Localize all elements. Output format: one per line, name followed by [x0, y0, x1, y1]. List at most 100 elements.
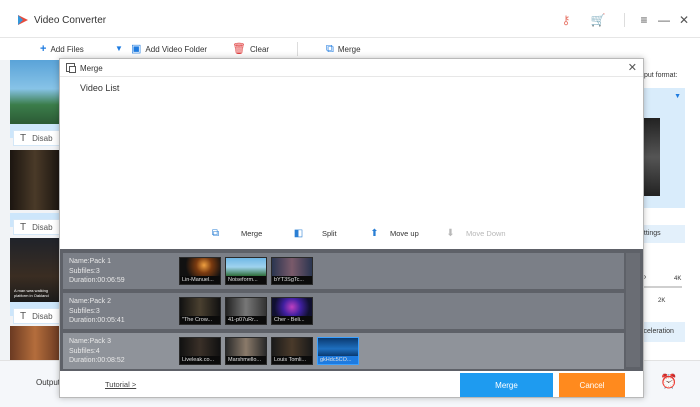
tutorial-link[interactable]: Tutorial >: [105, 380, 136, 389]
pack-list-scrollbar[interactable]: [626, 253, 640, 367]
menu-icon[interactable]: ≡: [636, 12, 652, 28]
pack-row[interactable]: Name:Pack 2 Subfiles:3 Duration:00:05:41…: [63, 293, 624, 329]
text-icon: T: [20, 310, 27, 322]
move-down-button[interactable]: ⬇ Move Down: [445, 226, 505, 240]
merge-icon: ⧉: [326, 43, 334, 55]
output-panel-background: tput format: ▼ ettings P 4K 2K ccelerati…: [640, 60, 700, 360]
merge-toolbar-button[interactable]: ⧉ Merge: [326, 42, 361, 56]
video-thumbnail[interactable]: [10, 326, 60, 360]
pack-file-thumbnail[interactable]: Liveleak.co...: [179, 337, 221, 365]
add-video-folder-button[interactable]: ▣ Add Video Folder: [131, 42, 207, 56]
video-thumbnail[interactable]: [10, 150, 60, 210]
alarm-clock-icon[interactable]: ⏰: [660, 373, 677, 390]
thumbnail-image: [180, 258, 220, 276]
file-name: gkHdc5CO...: [318, 356, 358, 364]
acceleration-label: cceleration: [640, 328, 674, 335]
plus-icon: +: [40, 43, 47, 55]
subtitle-select[interactable]: T Disab: [13, 130, 60, 146]
split-action-button[interactable]: ◧ Split: [293, 226, 337, 240]
thumbnail-image: [272, 258, 312, 276]
toolbar-separator: [297, 42, 298, 56]
thumbnail-image: [180, 298, 220, 316]
add-video-folder-label: Add Video Folder: [145, 44, 208, 54]
pack-file-thumbnail[interactable]: bYT3SgTc...: [271, 257, 313, 285]
pack-file-thumbnail[interactable]: Louis Tomli...: [271, 337, 313, 365]
file-name: Noiseform...: [226, 276, 266, 284]
quality-slider[interactable]: [640, 286, 682, 288]
merge-button[interactable]: Merge: [460, 373, 553, 397]
pack-duration: Duration:00:08:52: [69, 357, 125, 364]
clear-button[interactable]: 🗑 Clear: [232, 42, 269, 56]
add-files-button[interactable]: + Add Files: [40, 42, 84, 56]
pack-file-thumbnail[interactable]: Lin-Manuel...: [179, 257, 221, 285]
pack-file-thumbnail[interactable]: Cher - Beli...: [271, 297, 313, 325]
resolution-4k-label: 4K: [674, 276, 682, 282]
thumbnail-image: [318, 338, 358, 356]
clear-label: Clear: [249, 44, 270, 54]
file-name: Lin-Manuel...: [180, 276, 220, 284]
chevron-down-icon: ▼: [115, 44, 123, 53]
thumbnail-caption: A man was walking platform in Oakland: [14, 288, 49, 298]
output-label: Output: [36, 378, 61, 387]
pack-file-thumbnail[interactable]: "The Crow...: [179, 297, 221, 325]
text-icon: T: [20, 132, 27, 144]
subtitle-label: Disab: [32, 133, 53, 143]
acceleration-button[interactable]: cceleration: [640, 322, 685, 342]
output-format-label: tput format:: [642, 72, 678, 79]
pack-name: Name:Pack 2: [69, 298, 112, 305]
arrow-down-icon: ⬇: [446, 227, 455, 239]
settings-button[interactable]: ettings: [640, 225, 685, 243]
thumbnail-image: [226, 338, 266, 356]
app-logo-icon: [18, 15, 28, 25]
dialog-action-bar: ⧉ Merge ◧ Split ⬆ Move up ⬇ Move Down: [60, 223, 643, 243]
pack-subfiles: Subfiles:3: [69, 267, 100, 275]
pack-file-thumbnail[interactable]: 41-p07uRr...: [225, 297, 267, 325]
dialog-title-bar: Merge ✕: [60, 59, 643, 77]
pack-file-thumbnail[interactable]: Noiseform...: [225, 257, 267, 285]
merge-action-button[interactable]: ⧉ Merge: [210, 226, 262, 240]
video-thumbnail[interactable]: [10, 60, 60, 124]
thumbnail-image: [272, 298, 312, 316]
close-window-icon[interactable]: ✕: [676, 12, 692, 28]
chevron-down-icon: ▼: [674, 93, 681, 100]
file-name: bYT3SgTc...: [272, 276, 312, 284]
thumbnail-image: [272, 338, 312, 356]
trash-icon: 🗑: [232, 43, 246, 55]
subtitle-select[interactable]: T Disab: [13, 219, 60, 235]
pack-file-thumbnail[interactable]: Marshmello...: [225, 337, 267, 365]
close-icon[interactable]: ✕: [628, 61, 637, 74]
arrow-up-icon: ⬆: [370, 227, 379, 239]
file-list-background: T Disab T Disab A man was walking platfo…: [0, 60, 60, 360]
minimize-icon[interactable]: —: [656, 12, 672, 28]
add-files-dropdown[interactable]: ▼: [115, 42, 123, 56]
merge-icon: ⧉: [211, 227, 220, 239]
pack-subfiles: Subfiles:3: [69, 307, 100, 315]
thumbnail-image: [180, 338, 220, 356]
add-files-label: Add Files: [50, 44, 84, 54]
video-thumbnail[interactable]: A man was walking platform in Oakland: [10, 238, 60, 302]
key-icon[interactable]: ⚷: [558, 12, 574, 28]
title-bar: Video Converter ⚷ 🛒 ≡ — ✕: [0, 0, 700, 38]
subtitle-label: Disab: [32, 311, 53, 321]
cancel-button[interactable]: Cancel: [559, 373, 625, 397]
pack-name: Name:Pack 1: [69, 258, 112, 265]
subtitle-label: Disab: [32, 222, 53, 232]
app-title: Video Converter: [34, 15, 107, 26]
title-separator: [624, 13, 625, 27]
pack-row[interactable]: Name:Pack 1 Subfiles:3 Duration:00:06:59…: [63, 253, 624, 289]
subtitle-select[interactable]: T Disab: [13, 308, 60, 324]
move-up-button[interactable]: ⬆ Move up: [369, 226, 418, 240]
dialog-footer: Tutorial > Merge Cancel: [60, 371, 643, 397]
pack-file-thumbnail-selected[interactable]: gkHdc5CO...: [317, 337, 359, 365]
file-name: 41-p07uRr...: [226, 316, 266, 324]
cart-icon[interactable]: 🛒: [590, 12, 606, 28]
text-icon: T: [20, 221, 27, 233]
pack-duration: Duration:00:06:59: [69, 277, 125, 284]
pack-info: Name:Pack 1 Subfiles:3 Duration:00:06:59: [69, 257, 125, 286]
video-list-label: Video List: [80, 83, 120, 93]
pack-row[interactable]: Name:Pack 3 Subfiles:4 Duration:00:08:52…: [63, 333, 624, 369]
format-card[interactable]: ▼: [640, 88, 685, 208]
thumbnail-image: [226, 298, 266, 316]
merge-action-label: Merge: [241, 228, 263, 238]
main-toolbar: + Add Files ▼ ▣ Add Video Folder 🗑 Clear…: [0, 38, 700, 60]
